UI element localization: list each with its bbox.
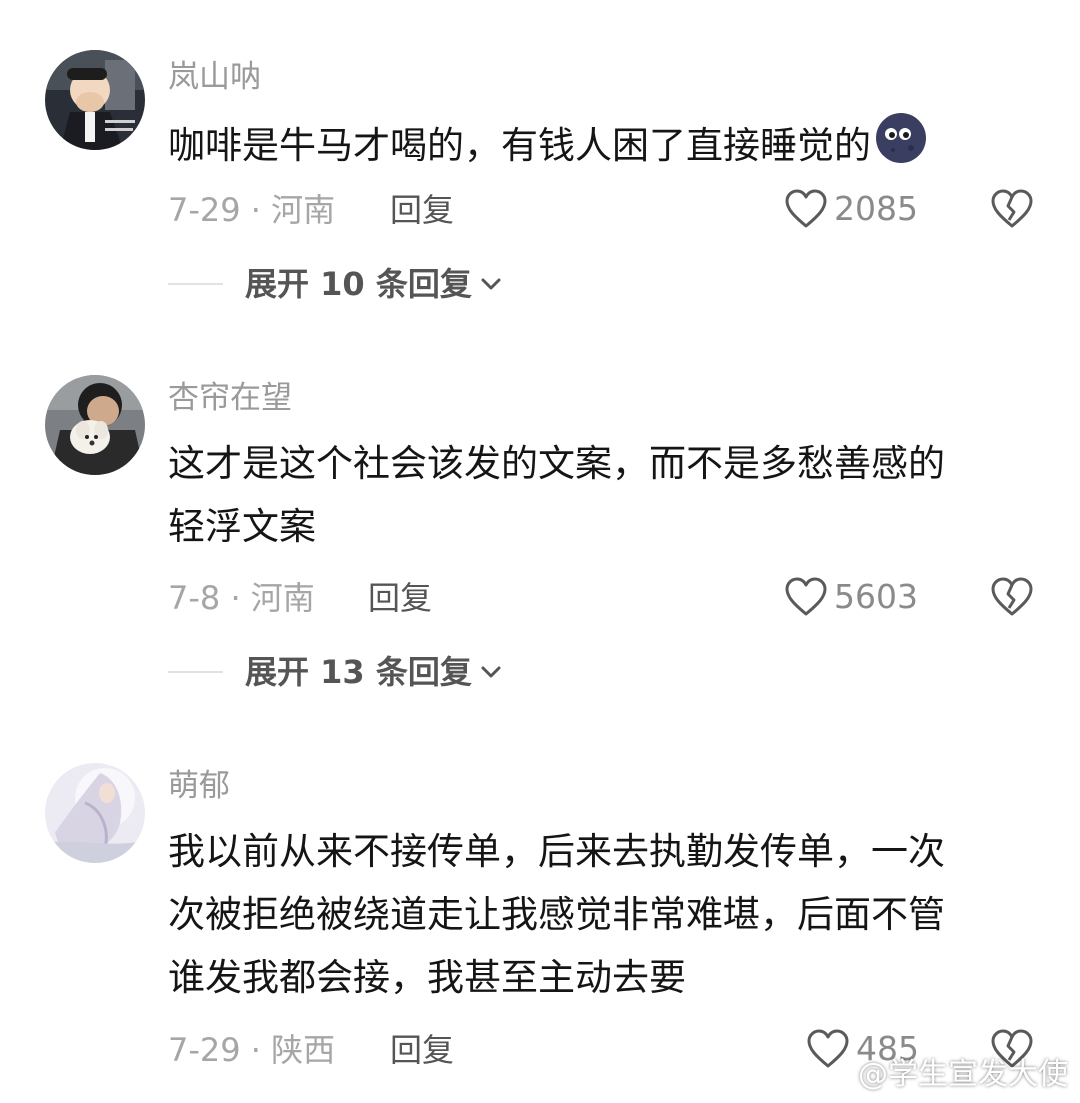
avatar[interactable]	[45, 763, 145, 863]
like-count: 2085	[834, 189, 918, 228]
username[interactable]: 杏帘在望	[168, 378, 292, 418]
comment-text-line: 谁发我都会接，我甚至主动去要	[168, 956, 686, 999]
date-location: 7-29 · 陕西	[168, 1031, 336, 1069]
dislike-button[interactable]	[990, 188, 1034, 234]
chevron-down-icon	[481, 666, 501, 678]
broken-heart-icon	[991, 577, 1033, 616]
watermark: @学生宣发大使	[818, 1055, 1068, 1095]
like-button[interactable]: 2085	[784, 188, 918, 230]
comment-text-line: 轻浮文案	[168, 505, 316, 548]
reply-button[interactable]: 回复	[368, 578, 432, 618]
avatar[interactable]	[45, 375, 145, 475]
expand-replies[interactable]: 展开 13 条回复	[168, 652, 502, 692]
dislike-button[interactable]	[990, 576, 1034, 622]
chevron-down-icon	[481, 278, 501, 290]
comment-text: 咖啡是牛马才喝的，有钱人困了直接睡觉的	[168, 112, 1028, 183]
date-location: 7-8 · 河南	[168, 579, 315, 617]
comment-text-line: 次被拒绝被绕道走让我感觉非常难堪，后面不管	[168, 893, 945, 936]
watermark-text: @学生宣发大使	[858, 1057, 1068, 1092]
heart-outline-icon	[785, 577, 827, 616]
date-location: 7-29 · 河南	[168, 191, 336, 229]
like-count: 5603	[834, 577, 918, 616]
username[interactable]: 萌郁	[168, 766, 230, 806]
expand-label: 展开 10 条回复	[245, 265, 472, 303]
comment-text-line: 这才是这个社会该发的文案，而不是多愁善感的	[168, 442, 945, 485]
like-button[interactable]: 5603	[784, 576, 918, 618]
reply-button[interactable]: 回复	[390, 1030, 454, 1070]
username[interactable]: 岚山呐	[168, 57, 261, 97]
broken-heart-icon	[991, 189, 1033, 228]
expand-replies[interactable]: 展开 10 条回复	[168, 264, 502, 304]
heart-outline-icon	[785, 189, 827, 228]
reply-button[interactable]: 回复	[390, 190, 454, 230]
divider	[168, 283, 223, 285]
comment-text: 这才是这个社会该发的文案，而不是多愁善感的 轻浮文案	[168, 432, 1028, 558]
comment-text: 我以前从来不接传单，后来去执勤发传单，一次 次被拒绝被绕道走让我感觉非常难堪，后…	[168, 820, 1028, 1009]
new-moon-face-emoji	[875, 112, 927, 183]
comment-text-line: 我以前从来不接传单，后来去执勤发传单，一次	[168, 830, 945, 873]
avatar[interactable]	[45, 50, 145, 150]
divider	[168, 671, 223, 673]
expand-label: 展开 13 条回复	[245, 653, 472, 691]
weibo-logo-icon	[818, 1062, 857, 1091]
